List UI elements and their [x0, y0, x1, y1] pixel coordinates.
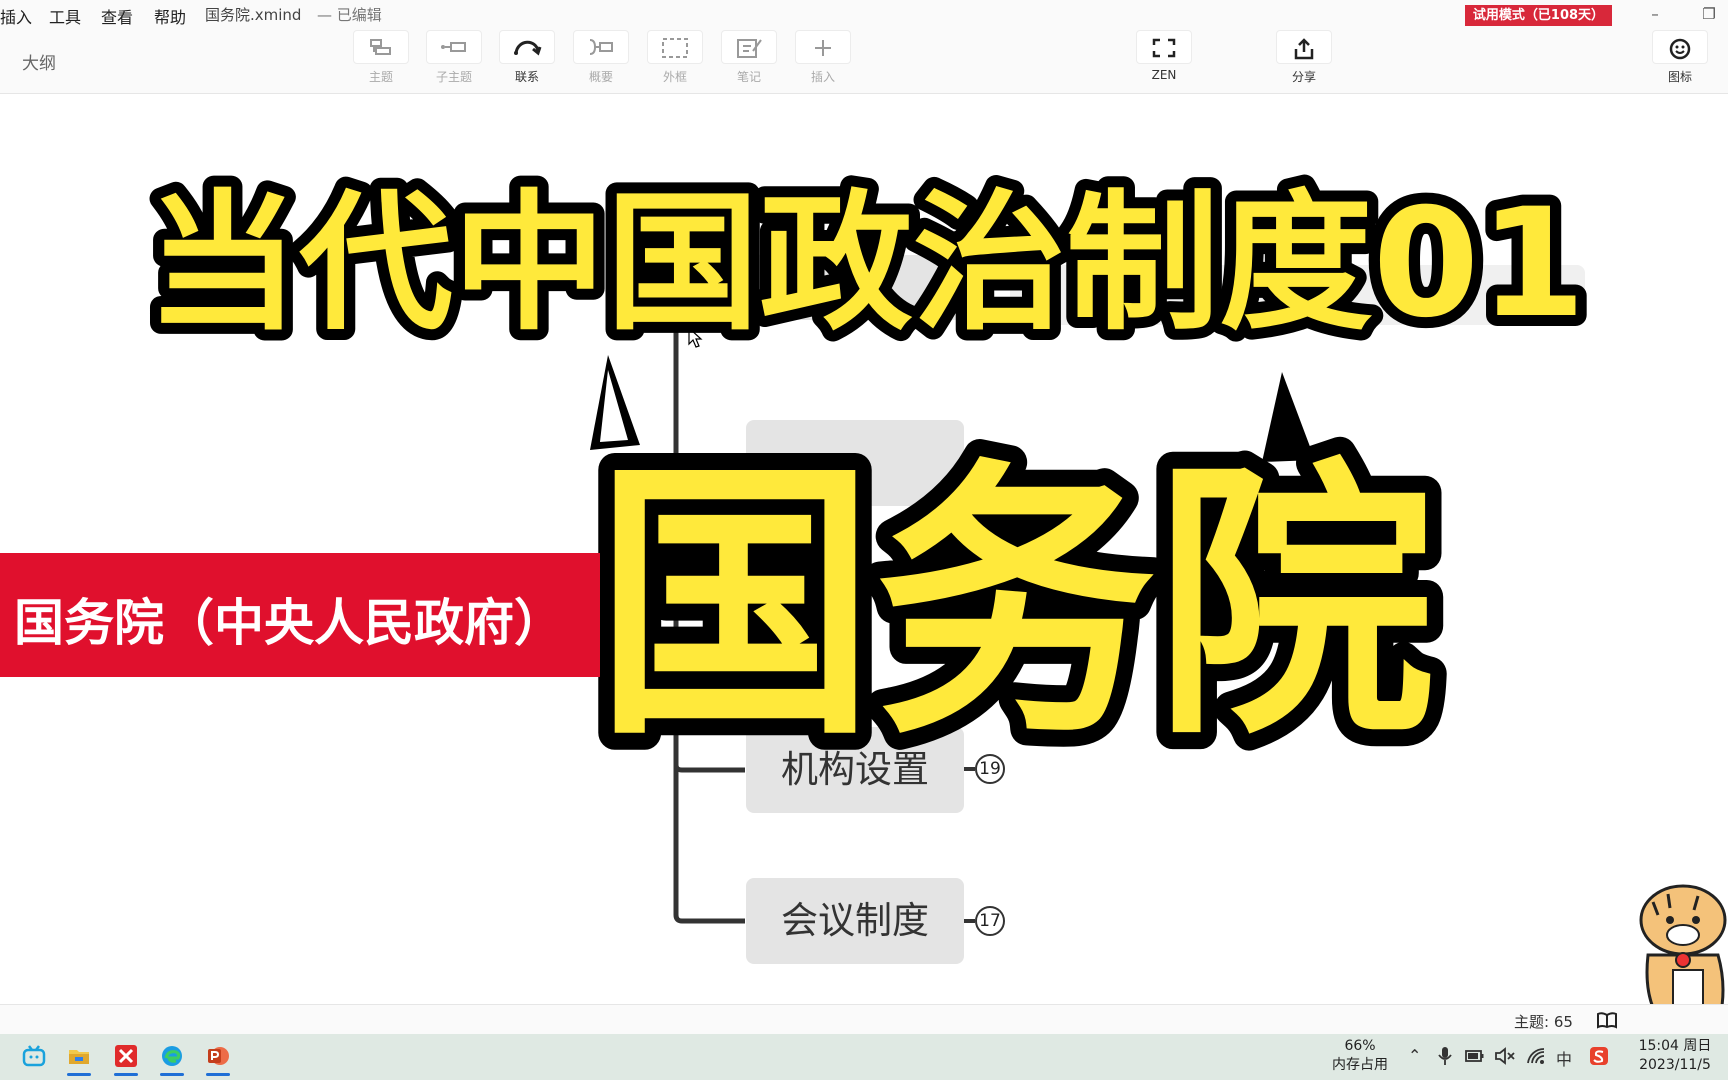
document-status: — 已编辑 [317, 6, 382, 24]
mouse-cursor-icon [688, 327, 703, 348]
subtopic-button[interactable]: 子主题 [424, 30, 484, 85]
menu-help[interactable]: 帮助 [154, 4, 186, 28]
icon-panel-label: 图标 [1667, 70, 1692, 84]
share-icon [1294, 38, 1314, 60]
topic-node-hidden-3[interactable] [746, 420, 964, 506]
topic-node-hidden-1[interactable] [746, 255, 964, 320]
taskbar-bilibili[interactable] [14, 1038, 54, 1076]
battery-icon[interactable] [1465, 1049, 1485, 1063]
smiley-icon [1669, 38, 1691, 60]
speaker-muted-icon[interactable] [1494, 1047, 1516, 1065]
xmind-icon [115, 1045, 137, 1067]
folder-icon [69, 1050, 89, 1064]
boundary-label: 外框 [662, 70, 687, 84]
active-indicator [206, 1073, 230, 1076]
mind-map-canvas[interactable]: 机构设置 19 会议制度 17 [0, 95, 1728, 988]
note-label: 笔记 [736, 70, 761, 84]
system-clock[interactable]: 15:04 周日 2023/11/5 [1630, 1037, 1720, 1075]
summary-icon [589, 39, 613, 55]
input-method-indicator[interactable]: 中 [1556, 1046, 1572, 1070]
windows-taskbar: 66% 内存占用 ⌃ 中 15:04 周日 2023/11/5 [0, 1034, 1728, 1080]
toolbar: 大纲 主题 子主题 联系 概要 外框 笔记 插入 ZEN 分享 图标 [0, 28, 1728, 94]
wifi-icon[interactable] [1526, 1047, 1546, 1065]
topic-node-hidden-2[interactable] [1010, 265, 1585, 325]
clock-date: 2023/11/5 [1639, 1057, 1711, 1073]
memory-percent: 66% [1344, 1038, 1376, 1054]
trial-mode-badge[interactable]: 试用模式（已108天） [1465, 5, 1612, 26]
document-title: 国务院.xmind [205, 6, 302, 24]
relationship-button[interactable]: 联系 [497, 30, 557, 85]
memory-usage-widget[interactable]: 66% 内存占用 [1320, 1037, 1400, 1075]
zen-mode-button[interactable]: ZEN [1134, 30, 1194, 82]
topic-label: 主题 [368, 70, 393, 84]
plus-icon [815, 40, 831, 56]
share-button[interactable]: 分享 [1274, 30, 1334, 85]
menu-insert[interactable]: 插入 [0, 4, 32, 28]
relationship-label: 联系 [514, 70, 539, 84]
menu-tools[interactable]: 工具 [49, 4, 81, 28]
topic-node-organization[interactable]: 机构设置 [746, 727, 964, 813]
active-indicator [160, 1073, 184, 1076]
taskbar-edge[interactable] [152, 1038, 192, 1076]
taskbar-xmind[interactable] [106, 1038, 146, 1076]
menu-bar: 插入 工具 查看 帮助 国务院.xmind — 已编辑 试用模式（已108天） … [0, 0, 1728, 28]
collapse-count-badge[interactable]: 17 [975, 906, 1005, 936]
taskbar-powerpoint[interactable] [198, 1038, 238, 1076]
minimize-button[interactable]: – [1640, 2, 1670, 26]
menu-view[interactable]: 查看 [101, 4, 133, 28]
collapse-count-badge[interactable]: 19 [975, 754, 1005, 784]
microphone-icon[interactable] [1438, 1046, 1452, 1066]
relationship-icon [514, 40, 542, 56]
status-bar: 主题: 65 [0, 1004, 1728, 1034]
powerpoint-icon [208, 1047, 229, 1065]
summary-label: 概要 [588, 70, 613, 84]
subtopic-label: 子主题 [435, 70, 472, 84]
note-button[interactable]: 笔记 [719, 30, 779, 85]
zen-label: ZEN [1151, 68, 1177, 82]
edge-browser-icon [162, 1046, 182, 1066]
connector-lines [673, 310, 975, 924]
book-icon[interactable] [1596, 1011, 1618, 1029]
topic-count: 主题: 65 [1514, 1013, 1573, 1031]
topic-icon [370, 39, 391, 55]
restore-button[interactable]: ❐ [1694, 2, 1724, 26]
boundary-icon [662, 38, 688, 58]
insert-button[interactable]: 插入 [793, 30, 853, 85]
chevron-up-icon[interactable]: ⌃ [1408, 1046, 1421, 1065]
insert-label: 插入 [810, 70, 835, 84]
topic-node-meeting-system[interactable]: 会议制度 [746, 878, 964, 964]
share-label: 分享 [1291, 70, 1316, 84]
sogou-input-icon[interactable] [1589, 1046, 1609, 1066]
boundary-button[interactable]: 外框 [645, 30, 705, 85]
icon-panel-button[interactable]: 图标 [1650, 30, 1710, 85]
bilibili-icon [22, 1045, 46, 1067]
active-indicator [67, 1073, 91, 1076]
subtopic-icon [441, 42, 466, 52]
active-indicator [114, 1073, 138, 1076]
note-icon [737, 39, 762, 58]
memory-label: 内存占用 [1332, 1057, 1388, 1073]
outline-button[interactable]: 大纲 [22, 49, 56, 74]
clock-time: 15:04 周日 [1638, 1038, 1712, 1054]
summary-button[interactable]: 概要 [571, 30, 631, 85]
topic-button[interactable]: 主题 [351, 30, 411, 85]
fullscreen-icon [1152, 38, 1176, 58]
taskbar-file-explorer[interactable] [59, 1038, 99, 1076]
